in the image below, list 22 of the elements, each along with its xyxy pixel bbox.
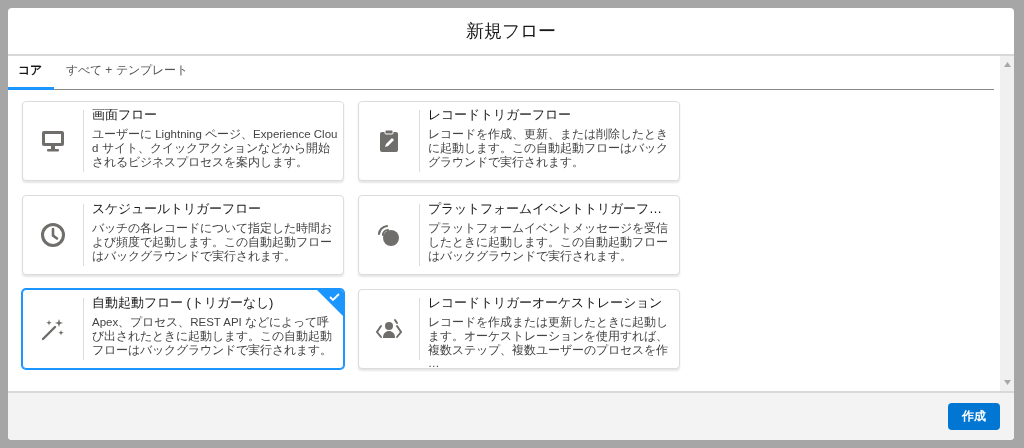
card-title: スケジュールトリガーフロー [92,201,261,217]
card-description: レコードを作成または更新したときに起動します。オーケストレーションを使用すれば、複数ステップ、複数ユーザーのプロセスを作 … [428,316,669,368]
tab[interactable]: すべて + テンプレート [54,62,200,90]
card-description: ユーザーに Lightning ページ、Experience Cloud サイト、クイックアクションなどから開始されるビジネスプロセスを案内します。 [92,128,338,170]
card-description: Apex、プロセス、REST API などによって呼び出されたときに起動します。この自動起動フローはバックグラウンドで実行されます。 [92,316,333,358]
flow-type-card[interactable]: 画面フロー ユーザーに Lightning ページ、Experience Cloud サイト、クイックアクションなどから開始されるビジネスプロセスを案内します。 [22,101,344,181]
card-title: 自動起動フロー (トリガーなし) [92,295,274,311]
card-description: バッチの各レコードについて指定した時間および頻度で起動します。この自動起動フローはバックグラウンドで実行されます。 [92,222,333,264]
card-title: レコードトリガーオーケストレーション [428,295,662,311]
flow-type-card[interactable]: スケジュールトリガーフロー バッチの各レコードについて指定した時間および頻度で起動します。この自動起動フローはバックグラウンドで実行されます。 [22,195,344,275]
card-description: プラットフォームイベントメッセージを受信したときに起動します。この自動起動フローはバックグラウンドで実行されます。 [428,222,669,264]
tab[interactable]: コア [8,62,54,90]
dialog-title: 新規フロー [466,20,556,43]
card-title: プラットフォームイベントトリガーフ… [428,201,662,217]
flow-type-card[interactable]: 自動起動フロー (トリガーなし) Apex、プロセス、REST API などによって呼び出されたときに起動します。この自動起動フローはバックグラウンドで実行されます。 [22,289,344,369]
flow-type-card[interactable]: プラットフォームイベントトリガーフ… プラットフォームイベントメッセージを受信したときに起動します。この自動起動フローはバックグラウンドで実行されます。 [358,195,680,275]
flow-type-card[interactable]: レコードトリガーオーケストレーション レコードを作成または更新したときに起動します。オーケストレーションを使用すれば、複数ステップ、複数ユーザーのプロセスを作 … [358,289,680,369]
card-title: 画面フロー [92,107,157,123]
card-title: レコードトリガーフロー [428,107,571,123]
create-button[interactable]: 作成 [948,403,1000,430]
flow-type-card[interactable]: レコードトリガーフロー レコードを作成、更新、または削除したときに起動します。この自動起動フローはバックグラウンドで実行されます。 [358,101,680,181]
card-description: レコードを作成、更新、または削除したときに起動します。この自動起動フローはバックグラウンドで実行されます。 [428,128,669,170]
